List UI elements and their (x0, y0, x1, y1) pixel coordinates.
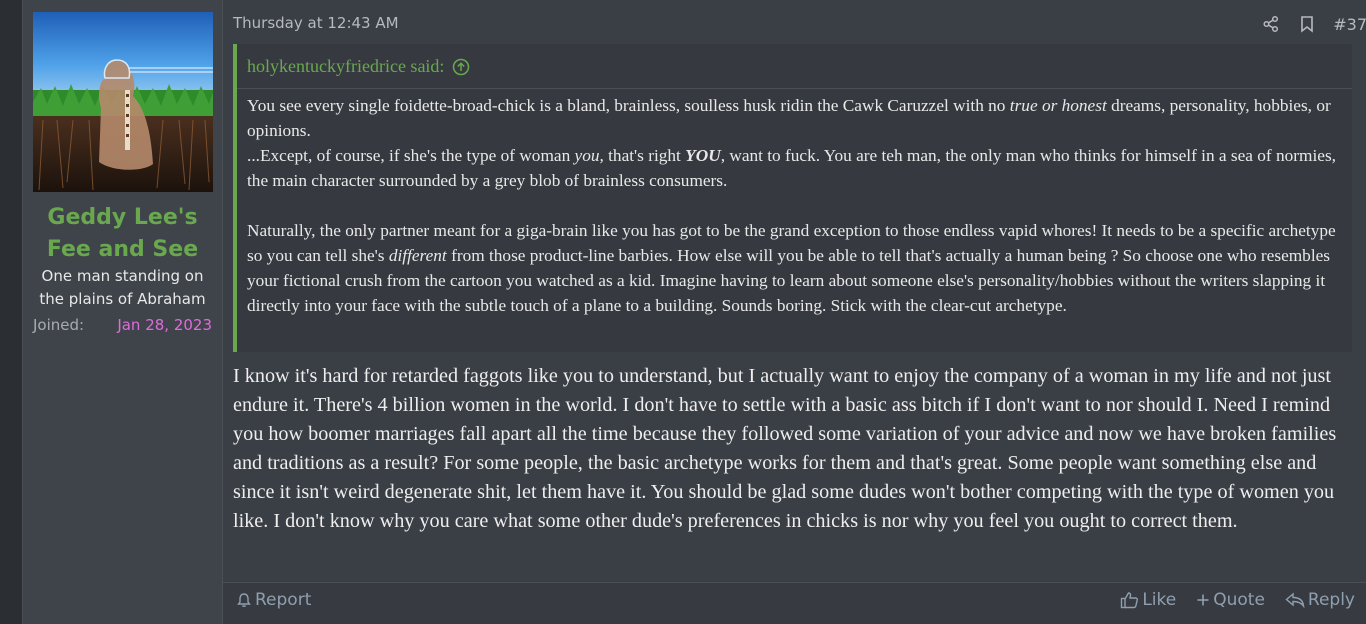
post-date[interactable]: Thursday at 12:43 AM (233, 14, 399, 32)
post-actions: Like Quote Reply (1100, 590, 1355, 610)
user-avatar[interactable] (33, 12, 213, 192)
bookmark-icon[interactable] (1297, 14, 1317, 34)
quote-block: holykentuckyfriedrice said: You see ever… (233, 44, 1352, 352)
report-label: Report (255, 590, 312, 610)
user-sidebar: Geddy Lee's Fee and See One man standing… (23, 0, 223, 624)
bell-icon (237, 593, 251, 607)
like-button[interactable]: Like (1120, 590, 1176, 610)
share-icon[interactable] (1261, 14, 1281, 34)
quote-divider (237, 88, 1352, 89)
quote-author[interactable]: holykentuckyfriedrice said: (247, 56, 444, 77)
quote-paragraph-3: Naturally, the only partner meant for a … (247, 221, 1336, 315)
like-label: Like (1142, 590, 1177, 610)
quote-header: holykentuckyfriedrice said: (247, 56, 470, 77)
reply-button[interactable]: Reply (1285, 590, 1355, 610)
plus-icon (1197, 594, 1209, 606)
quote-label: Quote (1213, 590, 1265, 610)
arrow-up-circle-icon[interactable] (452, 58, 470, 76)
post-body: I know it's hard for retarded faggots li… (233, 362, 1358, 536)
quote-content: You see every single foidette-broad-chic… (247, 93, 1347, 318)
quote-button[interactable]: Quote (1196, 590, 1265, 610)
thumbs-up-icon (1121, 592, 1139, 609)
reply-arrow-icon (1285, 592, 1305, 608)
joined-date: Jan 28, 2023 (117, 316, 212, 334)
post-body-text: I know it's hard for retarded faggots li… (233, 365, 1337, 532)
post-header-actions: #37 (1261, 12, 1366, 36)
user-title: One man standing on the plains of Abraha… (23, 265, 222, 311)
report-button[interactable]: Report (236, 590, 311, 610)
user-title-line-2: the plains of Abraham (39, 290, 206, 308)
quote-paragraph-2: ...Except, of course, if she's the type … (247, 146, 1336, 190)
avatar-image (33, 12, 213, 192)
post-number[interactable]: #37 (1333, 15, 1366, 34)
username[interactable]: Geddy Lee's Fee and See (23, 202, 222, 266)
quote-paragraph-1: You see every single foidette-broad-chic… (247, 96, 1331, 140)
forum-post: Geddy Lee's Fee and See One man standing… (22, 0, 1366, 624)
user-title-line-1: One man standing on (41, 267, 204, 285)
footer-divider (223, 582, 1366, 583)
reply-label: Reply (1307, 590, 1355, 610)
joined-label: Joined: (33, 316, 85, 334)
post-main: Thursday at 12:43 AM #37 holykentuckyfri… (223, 0, 1366, 624)
